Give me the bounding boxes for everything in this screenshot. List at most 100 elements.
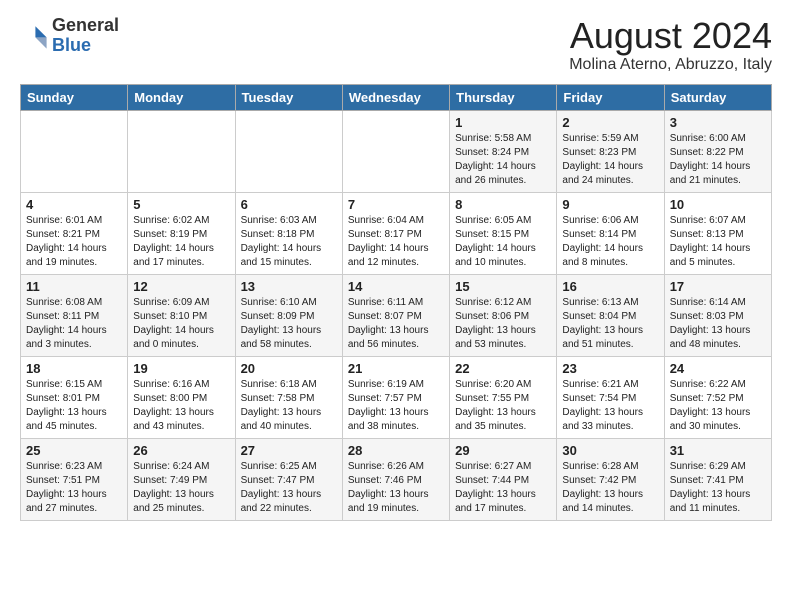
day-number: 9 (562, 197, 658, 212)
day-number: 7 (348, 197, 444, 212)
day-cell: 19Sunrise: 6:16 AM Sunset: 8:00 PM Dayli… (128, 356, 235, 438)
day-info: Sunrise: 6:02 AM Sunset: 8:19 PM Dayligh… (133, 214, 229, 270)
day-number: 6 (241, 197, 337, 212)
day-info: Sunrise: 5:58 AM Sunset: 8:24 PM Dayligh… (455, 132, 551, 188)
day-cell: 21 Sunrise: 6:19 AM Sunset: 7:57 PM Dayli… (342, 356, 449, 438)
day-cell: 9 Sunrise: 6:06 AM Sunset: 8:14 PM Daylig… (557, 192, 664, 274)
day-cell: 23 Sunrise: 6:21 AM Sunset: 7:54 PM Dayli… (557, 356, 664, 438)
day-info: Sunrise: 6:28 AM Sunset: 7:42 PM Dayligh… (562, 460, 658, 516)
day-info: Sunrise: 6:06 AM Sunset: 8:14 PM Dayligh… (562, 214, 658, 270)
day-cell: 10 Sunrise: 6:07 AM Sunset: 8:13 PM Dayli… (664, 192, 771, 274)
day-info: Sunrise: 6:09 AM Sunset: 8:10 PM Dayligh… (133, 296, 229, 352)
col-saturday: Saturday (664, 84, 771, 110)
col-monday: Monday (128, 84, 235, 110)
page: General Blue August 2024 Molina Aterno, … (0, 0, 792, 531)
day-info: Sunrise: 6:22 AM Sunset: 7:52 PM Dayligh… (670, 378, 766, 434)
day-cell: 4Sunrise: 6:01 AM Sunset: 8:21 PM Daylig… (21, 192, 128, 274)
col-sunday: Sunday (21, 84, 128, 110)
day-number: 5 (133, 197, 229, 212)
day-number: 18 (26, 361, 122, 376)
day-number: 20 (241, 361, 337, 376)
day-info: Sunrise: 6:12 AM Sunset: 8:06 PM Dayligh… (455, 296, 551, 352)
day-cell: 12 Sunrise: 6:09 AM Sunset: 8:10 PM Dayli… (128, 274, 235, 356)
day-cell: 17 Sunrise: 6:14 AM Sunset: 8:03 PM Dayli… (664, 274, 771, 356)
day-cell: 16Sunrise: 6:13 AM Sunset: 8:04 PM Dayli… (557, 274, 664, 356)
day-info: Sunrise: 6:14 AM Sunset: 8:03 PM Dayligh… (670, 296, 766, 352)
week-row-3: 18 Sunrise: 6:15 AM Sunset: 8:01 PM Dayli… (21, 356, 772, 438)
day-info: Sunrise: 6:18 AM Sunset: 7:58 PM Dayligh… (241, 378, 337, 434)
day-cell: 18 Sunrise: 6:15 AM Sunset: 8:01 PM Dayli… (21, 356, 128, 438)
day-number: 11 (26, 279, 122, 294)
day-info: Sunrise: 6:00 AM Sunset: 8:22 PM Dayligh… (670, 132, 766, 188)
day-number: 29 (455, 443, 551, 458)
day-cell: 25 Sunrise: 6:23 AM Sunset: 7:51 PM Dayli… (21, 438, 128, 520)
day-info: Sunrise: 6:16 AM Sunset: 8:00 PM Dayligh… (133, 378, 229, 434)
day-cell (128, 110, 235, 192)
day-cell (235, 110, 342, 192)
day-cell: 7Sunrise: 6:04 AM Sunset: 8:17 PM Daylig… (342, 192, 449, 274)
header-area: General Blue August 2024 Molina Aterno, … (20, 16, 772, 74)
day-cell: 6 Sunrise: 6:03 AM Sunset: 8:18 PM Daylig… (235, 192, 342, 274)
location: Molina Aterno, Abruzzo, Italy (569, 56, 772, 74)
day-info: Sunrise: 6:26 AM Sunset: 7:46 PM Dayligh… (348, 460, 444, 516)
day-cell: 3Sunrise: 6:00 AM Sunset: 8:22 PM Daylig… (664, 110, 771, 192)
day-number: 23 (562, 361, 658, 376)
day-cell: 1 Sunrise: 5:58 AM Sunset: 8:24 PM Daylig… (450, 110, 557, 192)
day-cell: 13Sunrise: 6:10 AM Sunset: 8:09 PM Dayli… (235, 274, 342, 356)
day-number: 8 (455, 197, 551, 212)
day-number: 21 (348, 361, 444, 376)
day-number: 16 (562, 279, 658, 294)
day-number: 14 (348, 279, 444, 294)
day-info: Sunrise: 6:20 AM Sunset: 7:55 PM Dayligh… (455, 378, 551, 434)
day-cell: 20 Sunrise: 6:18 AM Sunset: 7:58 PM Dayli… (235, 356, 342, 438)
day-cell (21, 110, 128, 192)
week-row-0: 1 Sunrise: 5:58 AM Sunset: 8:24 PM Daylig… (21, 110, 772, 192)
day-cell (342, 110, 449, 192)
day-number: 17 (670, 279, 766, 294)
col-tuesday: Tuesday (235, 84, 342, 110)
header-row: Sunday Monday Tuesday Wednesday Thursday… (21, 84, 772, 110)
day-number: 25 (26, 443, 122, 458)
day-info: Sunrise: 6:08 AM Sunset: 8:11 PM Dayligh… (26, 296, 122, 352)
week-row-2: 11 Sunrise: 6:08 AM Sunset: 8:11 PM Dayli… (21, 274, 772, 356)
day-number: 22 (455, 361, 551, 376)
title-area: August 2024 Molina Aterno, Abruzzo, Ital… (569, 16, 772, 74)
day-number: 15 (455, 279, 551, 294)
day-cell: 31 Sunrise: 6:29 AM Sunset: 7:41 PM Dayli… (664, 438, 771, 520)
day-cell: 29 Sunrise: 6:27 AM Sunset: 7:44 PM Dayli… (450, 438, 557, 520)
day-cell: 11 Sunrise: 6:08 AM Sunset: 8:11 PM Dayli… (21, 274, 128, 356)
day-info: Sunrise: 6:27 AM Sunset: 7:44 PM Dayligh… (455, 460, 551, 516)
day-cell: 5 Sunrise: 6:02 AM Sunset: 8:19 PM Daylig… (128, 192, 235, 274)
day-info: Sunrise: 6:23 AM Sunset: 7:51 PM Dayligh… (26, 460, 122, 516)
day-info: Sunrise: 6:07 AM Sunset: 8:13 PM Dayligh… (670, 214, 766, 270)
day-number: 10 (670, 197, 766, 212)
day-info: Sunrise: 6:21 AM Sunset: 7:54 PM Dayligh… (562, 378, 658, 434)
day-info: Sunrise: 6:05 AM Sunset: 8:15 PM Dayligh… (455, 214, 551, 270)
month-year: August 2024 (569, 16, 772, 56)
day-number: 1 (455, 115, 551, 130)
day-info: Sunrise: 6:10 AM Sunset: 8:09 PM Dayligh… (241, 296, 337, 352)
day-info: Sunrise: 6:03 AM Sunset: 8:18 PM Dayligh… (241, 214, 337, 270)
day-cell: 26Sunrise: 6:24 AM Sunset: 7:49 PM Dayli… (128, 438, 235, 520)
week-row-4: 25 Sunrise: 6:23 AM Sunset: 7:51 PM Dayli… (21, 438, 772, 520)
day-info: Sunrise: 6:19 AM Sunset: 7:57 PM Dayligh… (348, 378, 444, 434)
day-cell: 14Sunrise: 6:11 AM Sunset: 8:07 PM Dayli… (342, 274, 449, 356)
day-info: Sunrise: 5:59 AM Sunset: 8:23 PM Dayligh… (562, 132, 658, 188)
calendar-table: Sunday Monday Tuesday Wednesday Thursday… (20, 84, 772, 521)
day-info: Sunrise: 6:01 AM Sunset: 8:21 PM Dayligh… (26, 214, 122, 270)
day-info: Sunrise: 6:15 AM Sunset: 8:01 PM Dayligh… (26, 378, 122, 434)
day-number: 28 (348, 443, 444, 458)
col-wednesday: Wednesday (342, 84, 449, 110)
day-info: Sunrise: 6:29 AM Sunset: 7:41 PM Dayligh… (670, 460, 766, 516)
day-cell: 24Sunrise: 6:22 AM Sunset: 7:52 PM Dayli… (664, 356, 771, 438)
day-number: 31 (670, 443, 766, 458)
day-cell: 27 Sunrise: 6:25 AM Sunset: 7:47 PM Dayli… (235, 438, 342, 520)
day-info: Sunrise: 6:24 AM Sunset: 7:49 PM Dayligh… (133, 460, 229, 516)
logo-general: General (52, 15, 119, 35)
day-info: Sunrise: 6:25 AM Sunset: 7:47 PM Dayligh… (241, 460, 337, 516)
day-number: 27 (241, 443, 337, 458)
logo-text: General Blue (52, 16, 119, 56)
day-number: 12 (133, 279, 229, 294)
day-number: 30 (562, 443, 658, 458)
day-cell: 30 Sunrise: 6:28 AM Sunset: 7:42 PM Dayli… (557, 438, 664, 520)
